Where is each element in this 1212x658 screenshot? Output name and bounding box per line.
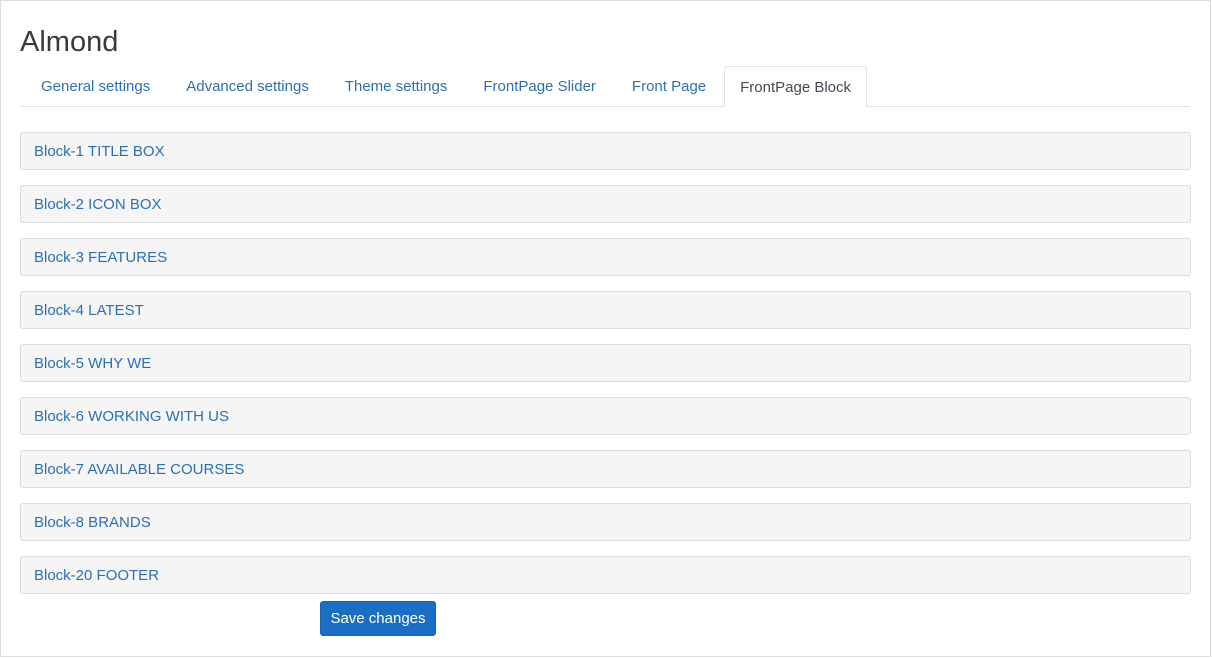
page-title: Almond [20, 26, 119, 58]
tab-frontpage-slider[interactable]: FrontPage Slider [465, 66, 614, 106]
block-section-label[interactable]: Block-6 WORKING WITH US [34, 408, 229, 425]
save-changes-button[interactable]: Save changes [320, 601, 436, 636]
block-section-1[interactable]: Block-1 TITLE BOX [20, 132, 1191, 170]
block-section-label[interactable]: Block-8 BRANDS [34, 514, 151, 531]
tab-frontpage-block[interactable]: FrontPage Block [724, 66, 868, 107]
tab-advanced-settings[interactable]: Advanced settings [168, 66, 327, 106]
block-section-label[interactable]: Block-20 FOOTER [34, 567, 159, 584]
tab-front-page[interactable]: Front Page [614, 66, 724, 106]
tab-theme-settings[interactable]: Theme settings [327, 66, 466, 106]
block-section-4[interactable]: Block-4 LATEST [20, 291, 1191, 329]
block-section-7[interactable]: Block-7 AVAILABLE COURSES [20, 450, 1191, 488]
block-section-20[interactable]: Block-20 FOOTER [20, 556, 1191, 594]
settings-panel: Almond General settings Advanced setting… [0, 0, 1211, 657]
block-section-label[interactable]: Block-5 WHY WE [34, 355, 151, 372]
block-section-label[interactable]: Block-1 TITLE BOX [34, 143, 165, 160]
block-section-5[interactable]: Block-5 WHY WE [20, 344, 1191, 382]
block-section-label[interactable]: Block-7 AVAILABLE COURSES [34, 461, 244, 478]
block-section-label[interactable]: Block-4 LATEST [34, 302, 144, 319]
block-section-6[interactable]: Block-6 WORKING WITH US [20, 397, 1191, 435]
block-section-2[interactable]: Block-2 ICON BOX [20, 185, 1191, 223]
block-section-label[interactable]: Block-2 ICON BOX [34, 196, 162, 213]
block-list: Block-1 TITLE BOX Block-2 ICON BOX Block… [20, 132, 1191, 609]
tab-bar: General settings Advanced settings Theme… [20, 66, 1190, 107]
block-section-label[interactable]: Block-3 FEATURES [34, 249, 167, 266]
tab-general-settings[interactable]: General settings [20, 66, 168, 106]
block-section-8[interactable]: Block-8 BRANDS [20, 503, 1191, 541]
block-section-3[interactable]: Block-3 FEATURES [20, 238, 1191, 276]
